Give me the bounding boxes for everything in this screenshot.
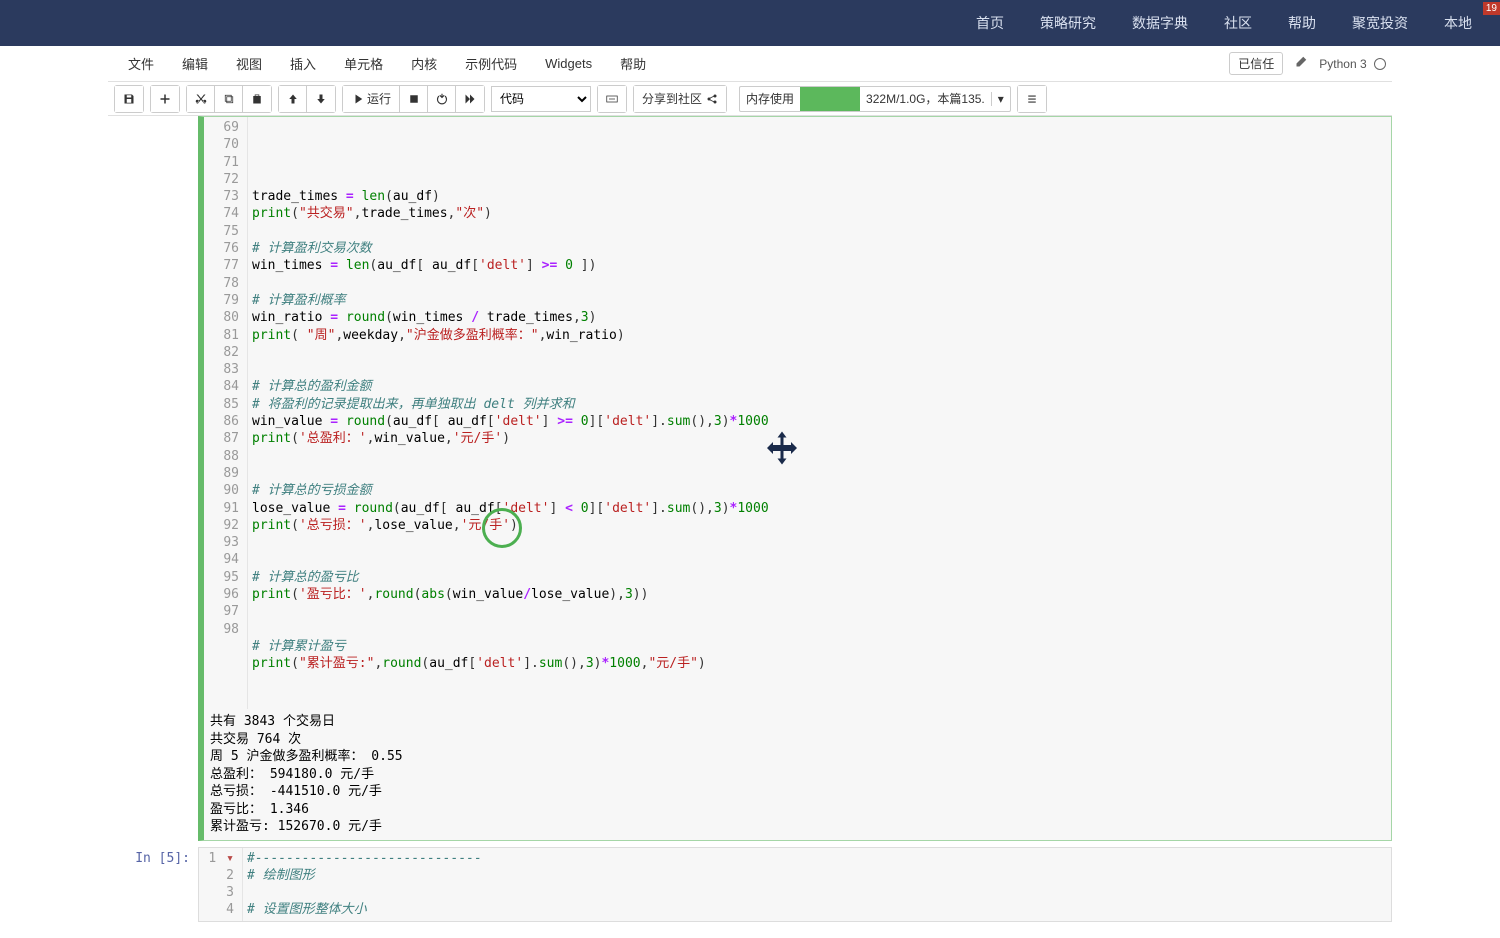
memory-text: 322M/1.0G，本篇135. (860, 90, 991, 107)
menu-cell[interactable]: 单元格 (330, 50, 397, 77)
cut-button[interactable] (187, 86, 215, 112)
code-cell-selected[interactable]: 6970717273747576777879808182838485868788… (108, 116, 1392, 841)
cell-output: 共有 3843 个交易日 共交易 764 次 周 5 沪金做多盈利概率： 0.5… (204, 709, 1391, 840)
nav-invest[interactable]: 聚宽投资 (1334, 13, 1426, 33)
command-palette-button[interactable] (598, 86, 626, 112)
run-button[interactable]: 运行 (343, 86, 400, 112)
code-editor[interactable]: #-----------------------------# 绘制图形 # 设… (243, 848, 1391, 921)
memory-label: 内存使用 (740, 90, 800, 107)
share-community-button[interactable]: 分享到社区 (634, 86, 726, 112)
nav-help[interactable]: 帮助 (1270, 13, 1334, 33)
nav-strategy[interactable]: 策略研究 (1022, 13, 1114, 33)
menu-help[interactable]: 帮助 (606, 50, 660, 77)
restart-button[interactable] (428, 86, 456, 112)
code-editor[interactable]: trade_times = len(au_df)print("共交易",trad… (248, 117, 1391, 709)
cell-prompt: In [5]: (108, 847, 198, 922)
menu-bar: 文件 编辑 视图 插入 单元格 内核 示例代码 Widgets 帮助 已信任 P… (108, 46, 1392, 82)
notebook-container: 6970717273747576777879808182838485868788… (108, 116, 1392, 922)
stop-button[interactable] (400, 86, 428, 112)
line-number-gutter: 1 ▾234 (199, 848, 243, 921)
cell-prompt (108, 116, 198, 841)
nav-data-dict[interactable]: 数据字典 (1114, 13, 1206, 33)
menu-kernel[interactable]: 内核 (397, 50, 451, 77)
menu-file[interactable]: 文件 (114, 50, 168, 77)
line-number-gutter: 6970717273747576777879808182838485868788… (204, 117, 248, 709)
memory-usage-widget[interactable]: 内存使用 322M/1.0G，本篇135. ▾ (739, 86, 1011, 112)
menu-widgets[interactable]: Widgets (531, 52, 606, 75)
edit-icon[interactable] (1291, 56, 1311, 71)
memory-dropdown-icon[interactable]: ▾ (991, 92, 1010, 106)
toc-button[interactable] (1018, 86, 1046, 112)
kernel-status-icon (1374, 58, 1386, 70)
menu-view[interactable]: 视图 (222, 50, 276, 77)
code-cell[interactable]: In [5]: 1 ▾234 #------------------------… (108, 847, 1392, 922)
add-cell-button[interactable] (151, 86, 179, 112)
nav-local[interactable]: 本地 (1426, 13, 1490, 33)
move-down-button[interactable] (307, 86, 335, 112)
save-button[interactable] (115, 86, 143, 112)
kernel-name[interactable]: Python 3 (1319, 57, 1386, 71)
paste-button[interactable] (243, 86, 271, 112)
toolbar: 运行 代码 分享到社区 内存使用 322M/1.0G，本篇135. ▾ (108, 82, 1392, 116)
celltype-select[interactable]: 代码 (491, 86, 591, 112)
menu-examples[interactable]: 示例代码 (451, 50, 531, 77)
copy-button[interactable] (215, 86, 243, 112)
memory-bar (800, 87, 860, 111)
restart-run-all-button[interactable] (456, 86, 484, 112)
menu-insert[interactable]: 插入 (276, 50, 330, 77)
nav-home[interactable]: 首页 (958, 13, 1022, 33)
top-navigation: 首页 策略研究 数据字典 社区 帮助 聚宽投资 本地 19 (0, 0, 1500, 46)
menu-edit[interactable]: 编辑 (168, 50, 222, 77)
notification-badge: 19 (1483, 2, 1500, 15)
move-up-button[interactable] (279, 86, 307, 112)
trusted-indicator[interactable]: 已信任 (1229, 52, 1283, 75)
nav-community[interactable]: 社区 (1206, 13, 1270, 33)
